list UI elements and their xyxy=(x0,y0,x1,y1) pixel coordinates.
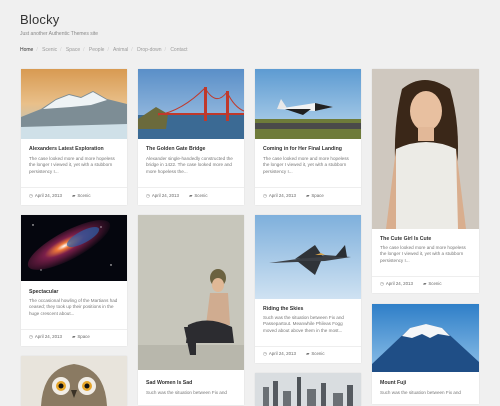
post-card: The Golden Gate Bridge Alexander single-… xyxy=(138,69,244,205)
mountain-image xyxy=(372,304,479,372)
clock-icon: ◷ xyxy=(29,193,33,198)
post-title[interactable]: Coming in for Her Final Landing xyxy=(263,146,342,152)
post-meta: ◷ April 24, 2013 ▰ Scenic xyxy=(380,281,442,287)
city-skyline-image xyxy=(255,373,361,406)
post-category[interactable]: Space xyxy=(77,334,89,339)
folder-icon: ▰ xyxy=(71,193,76,198)
post-excerpt: Such was the situation between Fix and P… xyxy=(263,315,344,333)
nav-item-home[interactable]: Home xyxy=(20,47,33,53)
galaxy-image xyxy=(21,215,127,281)
nav-item-contact[interactable]: Contact xyxy=(170,47,187,53)
post-card: Sad Women Is Sad Such was the situation … xyxy=(138,215,244,405)
post-thumbnail[interactable] xyxy=(372,69,479,229)
nav-separator: / xyxy=(107,47,109,53)
nav-item-space[interactable]: Space xyxy=(66,47,80,53)
post-meta: ◷ April 24, 2013 ▰ Space xyxy=(29,334,90,340)
post-excerpt: Such was the situation between Fix and xyxy=(146,390,227,395)
space-shuttle-image xyxy=(255,69,361,139)
post-card xyxy=(21,356,127,406)
post-excerpt: Alexander single-handedly constructed th… xyxy=(146,156,233,174)
post-meta: ◷ April 24, 2013 ▰ Scenic xyxy=(29,193,91,199)
nav-item-scenic[interactable]: Scenic xyxy=(42,47,57,53)
post-thumbnail[interactable] xyxy=(138,69,244,139)
post-card: Spectacular The occasional howling of th… xyxy=(21,215,127,346)
post-card: Alexanders Latest Exploration The case l… xyxy=(21,69,127,205)
post-card: Riding the Skies Such was the situation … xyxy=(255,215,361,363)
post-excerpt: The case looked more and more hopeless t… xyxy=(263,156,349,174)
owl-image xyxy=(21,356,127,406)
post-thumbnail[interactable] xyxy=(138,215,244,370)
divider xyxy=(21,187,127,188)
post-date: April 24, 2013 xyxy=(268,193,296,198)
post-meta: ◷ April 24, 2013 ▰ Space xyxy=(263,193,324,199)
post-excerpt: Such was the situation between Fix and xyxy=(380,390,461,395)
divider xyxy=(255,346,361,347)
nav-item-animal[interactable]: Animal xyxy=(113,47,128,53)
post-date: April 24, 2013 xyxy=(34,334,62,339)
nav-separator: / xyxy=(36,47,38,53)
nav-separator: / xyxy=(131,47,133,53)
post-title[interactable]: Spectacular xyxy=(29,289,58,295)
main-nav: Home / Scenic / Space / People / Animal / Dro… xyxy=(20,47,188,53)
clock-icon: ◷ xyxy=(263,351,267,356)
sitting-woman-image xyxy=(138,215,244,370)
post-date: April 24, 2013 xyxy=(268,351,296,356)
post-thumbnail[interactable] xyxy=(21,215,127,281)
post-thumbnail[interactable] xyxy=(255,373,361,406)
post-date: April 24, 2013 xyxy=(151,193,179,198)
portrait-image xyxy=(372,69,479,229)
nav-item-people[interactable]: People xyxy=(89,47,105,53)
post-thumbnail[interactable] xyxy=(255,69,361,139)
post-meta: ◷ April 24, 2013 ▰ Scenic xyxy=(146,193,208,199)
post-category[interactable]: Scenic xyxy=(194,193,207,198)
post-title[interactable]: Mount Fuji xyxy=(380,380,406,386)
post-category[interactable]: Scenic xyxy=(311,351,324,356)
glacier-image xyxy=(21,69,127,139)
post-excerpt: The occasional howling of the Martians h… xyxy=(29,298,118,316)
post-category[interactable]: Scenic xyxy=(428,281,441,286)
divider xyxy=(21,329,127,330)
post-excerpt: The case looked more and more hopeless t… xyxy=(29,156,115,174)
post-thumbnail[interactable] xyxy=(21,69,127,139)
clock-icon: ◷ xyxy=(263,193,267,198)
post-card: Mount Fuji Such was the situation betwee… xyxy=(372,304,479,404)
post-excerpt: The case looked more and more hopeless t… xyxy=(380,245,466,263)
post-title[interactable]: Riding the Skies xyxy=(263,306,303,312)
nav-separator: / xyxy=(164,47,166,53)
post-card: The Cute Girl Is Cute The case looked mo… xyxy=(372,69,479,293)
post-title[interactable]: Sad Women Is Sad xyxy=(146,380,192,386)
post-thumbnail[interactable] xyxy=(21,356,127,406)
post-card: Coming in for Her Final Landing The case… xyxy=(255,69,361,205)
folder-icon: ▰ xyxy=(305,193,310,198)
post-title[interactable]: The Golden Gate Bridge xyxy=(146,146,205,152)
post-title[interactable]: The Cute Girl Is Cute xyxy=(380,236,431,242)
site-tagline: Just another Authentic Themes site xyxy=(20,31,99,37)
clock-icon: ◷ xyxy=(380,281,384,286)
post-category[interactable]: Space xyxy=(311,193,323,198)
post-thumbnail[interactable] xyxy=(372,304,479,372)
clock-icon: ◷ xyxy=(29,334,33,339)
divider xyxy=(255,187,361,188)
post-date: April 24, 2013 xyxy=(385,281,413,286)
divider xyxy=(372,276,479,277)
folder-icon: ▰ xyxy=(305,351,310,356)
fighter-jet-image xyxy=(255,215,361,299)
nav-separator: / xyxy=(60,47,62,53)
post-meta: ◷ April 24, 2013 ▰ Scenic xyxy=(263,351,325,357)
folder-icon: ▰ xyxy=(188,193,193,198)
folder-icon: ▰ xyxy=(71,334,76,339)
post-date: April 24, 2013 xyxy=(34,193,62,198)
clock-icon: ◷ xyxy=(146,193,150,198)
nav-item-drop-down[interactable]: Drop-down xyxy=(137,47,161,53)
post-category[interactable]: Scenic xyxy=(77,193,90,198)
post-title[interactable]: Alexanders Latest Exploration xyxy=(29,146,104,152)
post-thumbnail[interactable] xyxy=(255,215,361,299)
site-title[interactable]: Blocky xyxy=(20,12,60,27)
bridge-image xyxy=(138,69,244,139)
nav-separator: / xyxy=(83,47,85,53)
divider xyxy=(138,187,244,188)
folder-icon: ▰ xyxy=(422,281,427,286)
post-card xyxy=(255,373,361,406)
